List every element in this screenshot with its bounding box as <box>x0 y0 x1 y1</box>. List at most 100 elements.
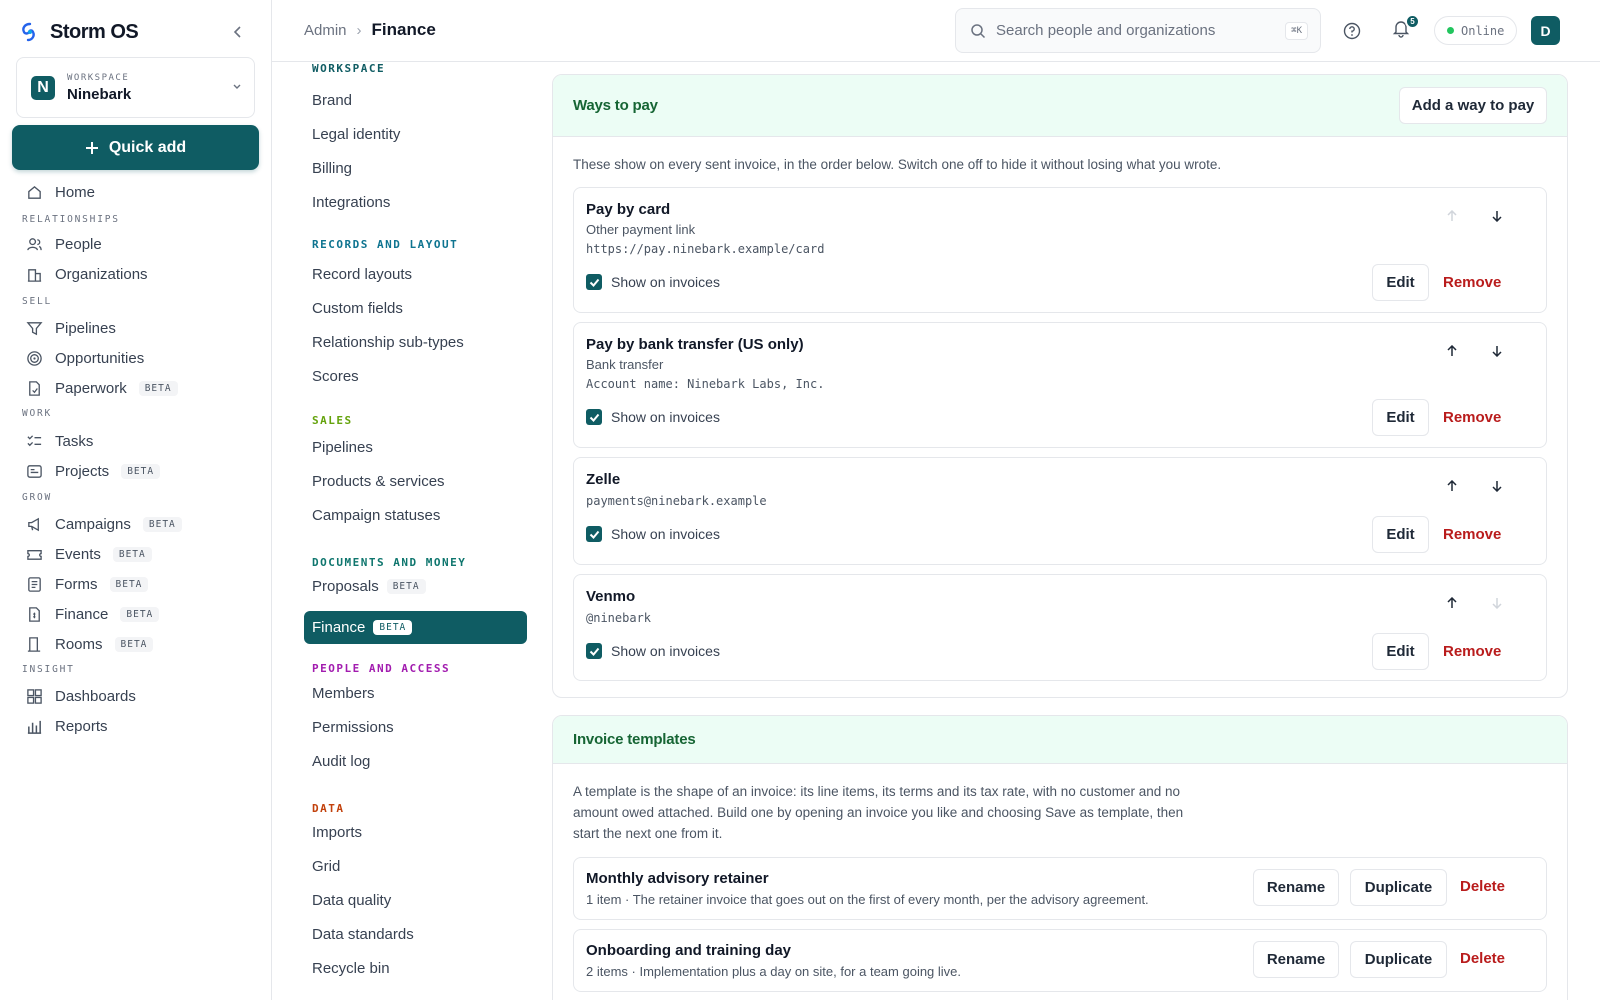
settings-item-pipelines[interactable]: Pipelines <box>312 435 373 459</box>
nav-item-tasks[interactable]: Tasks <box>26 429 93 453</box>
card-description: A template is the shape of an invoice: i… <box>573 784 1184 841</box>
settings-item-members[interactable]: Members <box>312 681 375 705</box>
checkbox-checked[interactable] <box>586 274 602 290</box>
remove-button[interactable]: Remove <box>1443 526 1501 543</box>
app-sidebar: Storm OS N WORKSPACE Ninebark Quick add … <box>0 0 272 1000</box>
edit-button[interactable]: Edit <box>1372 264 1429 301</box>
brand[interactable]: Storm OS <box>20 18 139 46</box>
search-input[interactable] <box>996 22 1276 39</box>
nav-item-projects[interactable]: Projects BETA <box>26 459 161 483</box>
remove-button[interactable]: Remove <box>1443 409 1501 426</box>
workspace-switcher[interactable]: N WORKSPACE Ninebark <box>16 57 255 118</box>
settings-item-data-standards[interactable]: Data standards <box>312 922 414 946</box>
checkbox-checked[interactable] <box>586 643 602 659</box>
settings-item-record-layouts[interactable]: Record layouts <box>312 262 412 286</box>
show-on-invoices-toggle[interactable]: Show on invoices <box>586 274 720 290</box>
breadcrumb-admin[interactable]: Admin <box>304 22 347 39</box>
method-type: Bank transfer <box>586 357 664 372</box>
settings-item-grid[interactable]: Grid <box>312 854 340 878</box>
settings-item-scores[interactable]: Scores <box>312 364 359 388</box>
workspace-name: Ninebark <box>67 85 132 103</box>
nav-item-dashboards[interactable]: Dashboards <box>26 684 136 708</box>
edit-button[interactable]: Edit <box>1372 399 1429 436</box>
nav-caption-insight: INSIGHT <box>22 664 75 675</box>
nav-item-organizations[interactable]: Organizations <box>26 262 148 286</box>
settings-item-permissions[interactable]: Permissions <box>312 715 394 739</box>
checkbox-checked[interactable] <box>586 409 602 425</box>
settings-item-proposals[interactable]: Proposals BETA <box>312 574 426 598</box>
settings-item-legal-identity[interactable]: Legal identity <box>312 122 400 146</box>
nav-item-campaigns[interactable]: Campaigns BETA <box>26 512 182 536</box>
settings-item-recycle-bin[interactable]: Recycle bin <box>312 956 390 980</box>
nav-item-rooms[interactable]: Rooms BETA <box>26 632 154 656</box>
settings-item-products[interactable]: Products & services <box>312 469 445 493</box>
nav-item-home[interactable]: Home <box>26 180 95 204</box>
settings-item-integrations[interactable]: Integrations <box>312 190 390 214</box>
payment-method: Pay by bank transfer (US only) Bank tran… <box>573 322 1547 448</box>
help-button[interactable] <box>1340 19 1364 43</box>
settings-item-relationship-subtypes[interactable]: Relationship sub-types <box>312 330 464 354</box>
rename-button[interactable]: Rename <box>1253 869 1339 906</box>
nav-item-reports[interactable]: Reports <box>26 714 108 738</box>
settings-item-custom-fields[interactable]: Custom fields <box>312 296 403 320</box>
settings-item-campaign-statuses[interactable]: Campaign statuses <box>312 503 440 527</box>
remove-button[interactable]: Remove <box>1443 643 1501 660</box>
plus-icon <box>85 141 98 154</box>
move-up-button[interactable] <box>1440 204 1464 228</box>
checkbox-checked[interactable] <box>586 526 602 542</box>
show-on-invoices-toggle[interactable]: Show on invoices <box>586 409 720 425</box>
settings-item-audit-log[interactable]: Audit log <box>312 749 370 773</box>
nav-item-forms[interactable]: Forms BETA <box>26 572 149 596</box>
duplicate-button[interactable]: Duplicate <box>1350 941 1447 978</box>
template-summary: 1 item · The retainer invoice that goes … <box>586 892 1149 907</box>
collapse-sidebar-button[interactable] <box>228 22 248 42</box>
nav-item-paperwork[interactable]: Paperwork BETA <box>26 376 178 400</box>
checklist-icon <box>27 434 42 446</box>
quick-add-button[interactable]: Quick add <box>12 125 259 170</box>
show-on-invoices-toggle[interactable]: Show on invoices <box>586 526 720 542</box>
move-down-button[interactable] <box>1485 591 1509 615</box>
remove-button[interactable]: Remove <box>1443 274 1501 291</box>
payment-method: Venmo @ninebark Show on invoices Edit Re… <box>573 574 1547 681</box>
beta-badge: BETA <box>142 516 182 532</box>
settings-item-imports[interactable]: Imports <box>312 820 362 844</box>
move-up-button[interactable] <box>1440 339 1464 363</box>
method-name: Venmo <box>586 588 636 605</box>
delete-button[interactable]: Delete <box>1460 950 1505 967</box>
delete-button[interactable]: Delete <box>1460 878 1505 895</box>
nav-item-events[interactable]: Events BETA <box>26 542 152 566</box>
nav-item-people[interactable]: People <box>26 232 102 256</box>
search-box[interactable]: ⌘K <box>955 8 1321 53</box>
template-row: Onboarding and training day 2 items · Im… <box>573 929 1547 992</box>
user-avatar[interactable]: D <box>1531 16 1560 45</box>
arrow-down-icon <box>1492 481 1502 492</box>
method-name: Pay by card <box>586 201 671 218</box>
status-dot <box>1447 27 1454 34</box>
status-badge[interactable]: Online <box>1434 16 1518 45</box>
settings-caption-data: DATA <box>312 802 345 815</box>
duplicate-button[interactable]: Duplicate <box>1350 869 1447 906</box>
move-down-button[interactable] <box>1485 204 1509 228</box>
nav-item-opportunities[interactable]: Opportunities <box>26 346 144 370</box>
edit-button[interactable]: Edit <box>1372 633 1429 670</box>
settings-item-finance[interactable]: Finance BETA <box>304 611 527 644</box>
move-down-button[interactable] <box>1485 474 1509 498</box>
settings-item-data-quality[interactable]: Data quality <box>312 888 391 912</box>
nav-label: Reports <box>55 717 108 735</box>
ticket-icon <box>27 549 42 560</box>
beta-badge: BETA <box>114 636 154 652</box>
show-on-invoices-toggle[interactable]: Show on invoices <box>586 643 720 659</box>
edit-button[interactable]: Edit <box>1372 516 1429 553</box>
settings-item-billing[interactable]: Billing <box>312 156 352 180</box>
move-down-button[interactable] <box>1485 339 1509 363</box>
move-up-button[interactable] <box>1440 591 1464 615</box>
nav-item-finance[interactable]: Finance BETA <box>26 602 160 626</box>
move-up-button[interactable] <box>1440 474 1464 498</box>
nav-item-pipelines[interactable]: Pipelines <box>26 316 116 340</box>
chevron-down-icon <box>233 84 241 89</box>
settings-item-brand[interactable]: Brand <box>312 88 352 112</box>
nav-caption-sell: SELL <box>22 296 53 307</box>
rename-button[interactable]: Rename <box>1253 941 1339 978</box>
add-way-to-pay-button[interactable]: Add a way to pay <box>1399 87 1547 124</box>
workspace-avatar: N <box>31 75 55 100</box>
